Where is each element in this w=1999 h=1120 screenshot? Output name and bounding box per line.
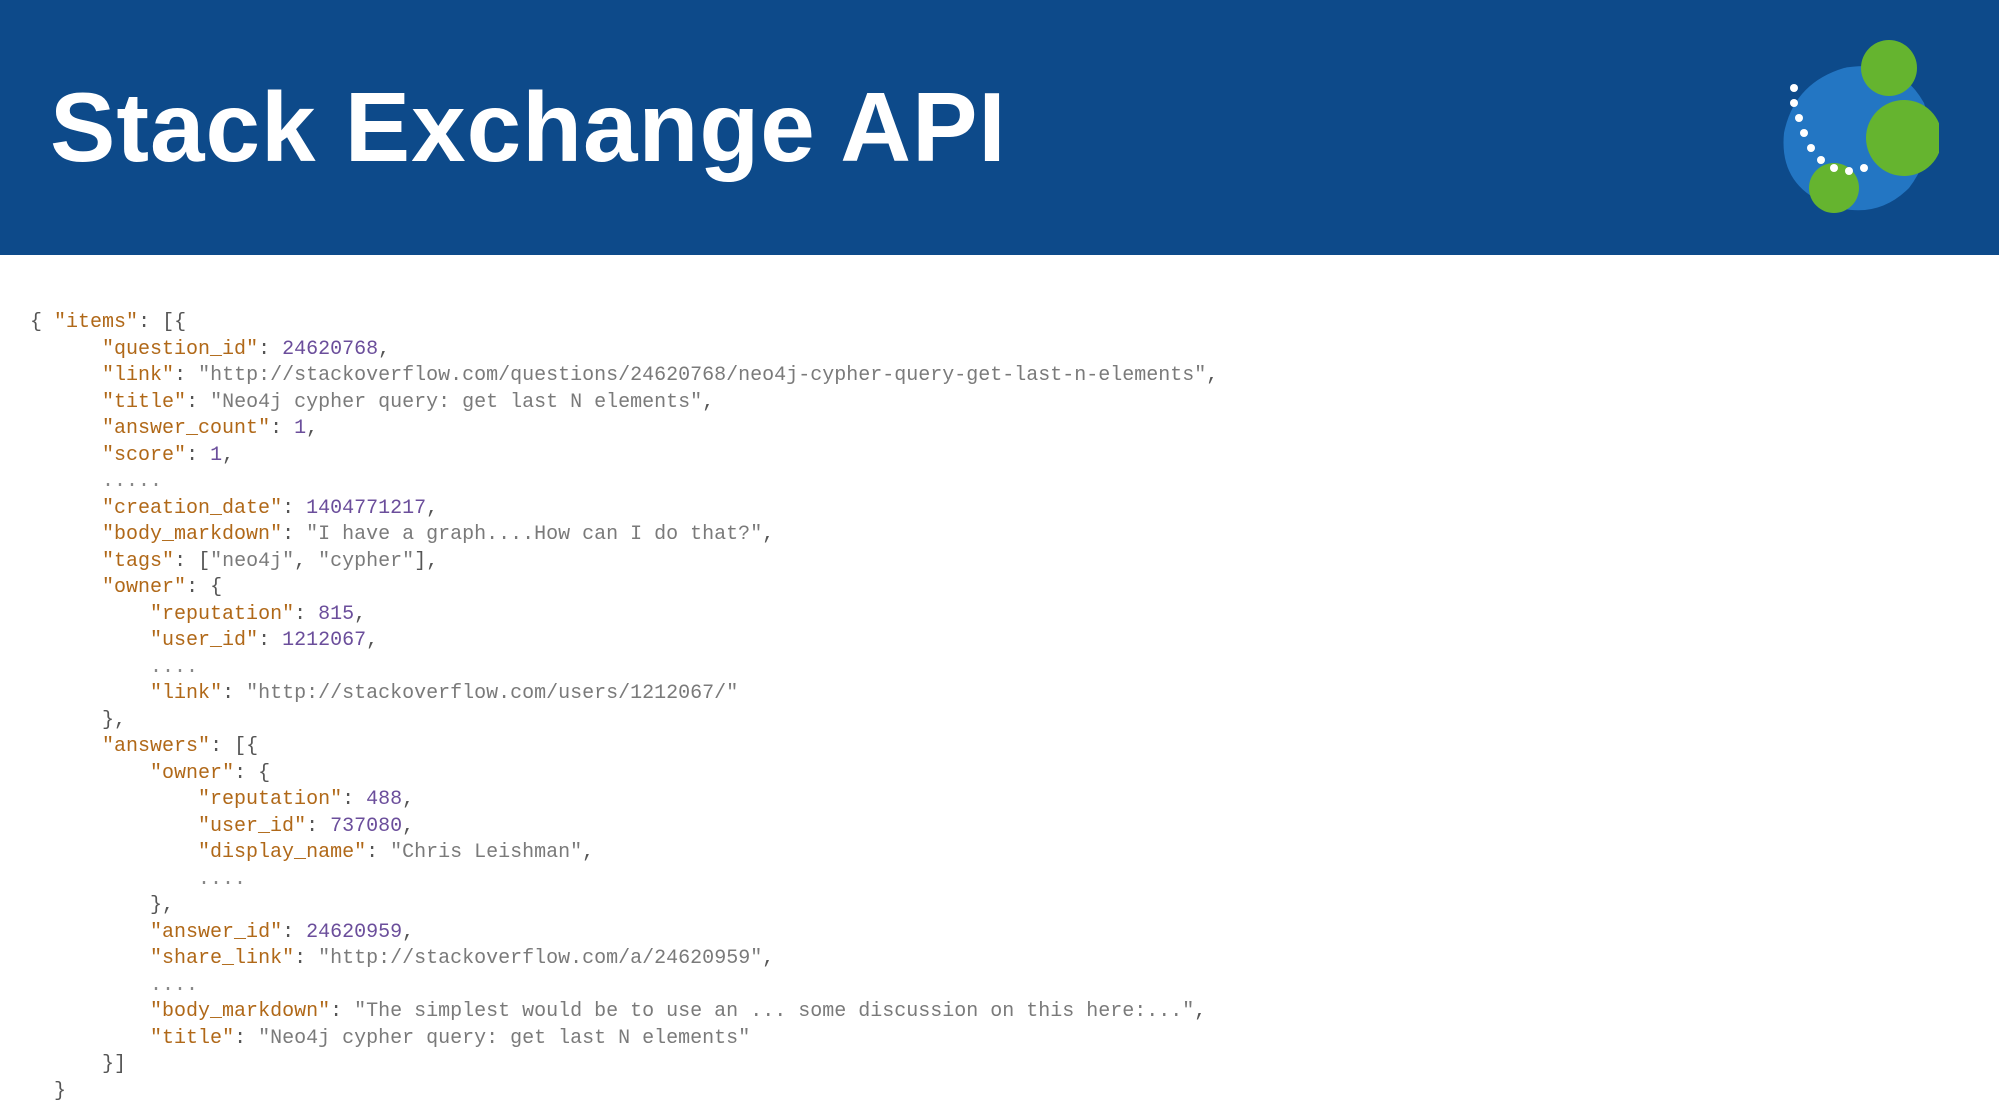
ellipsis: ..... xyxy=(102,470,162,493)
items-key: items xyxy=(66,311,126,334)
owner-key: owner xyxy=(114,576,174,599)
title-value: Neo4j cypher query: get last N elements xyxy=(222,391,690,414)
display-name-value: Chris Leishman xyxy=(402,841,570,864)
user-id-key: user_id xyxy=(162,629,246,652)
reputation-key: reputation xyxy=(162,603,282,626)
owner-user-id-value: 1212067 xyxy=(282,629,366,652)
link-value: http://stackoverflow.com/questions/24620… xyxy=(210,364,1194,387)
json-code-block: { "items": [{ "question_id": 24620768, "… xyxy=(0,255,1999,1105)
ellipsis: .... xyxy=(150,974,198,997)
title-key: title xyxy=(114,391,174,414)
body-markdown-value: I have a graph....How can I do that? xyxy=(318,523,750,546)
answer-body-markdown-key: body_markdown xyxy=(162,1000,318,1023)
neo4j-logo-icon xyxy=(1739,28,1939,228)
answer-count-key: answer_count xyxy=(114,417,258,440)
answer-body-markdown-value: The simplest would be to use an ... some… xyxy=(366,1000,1182,1023)
question-id-key: question_id xyxy=(114,338,246,361)
owner-reputation-value: 815 xyxy=(318,603,354,626)
slide-header: Stack Exchange API xyxy=(0,0,1999,255)
creation-date-value: 1404771217 xyxy=(306,497,426,520)
answer-count-value: 1 xyxy=(294,417,306,440)
question-id-value: 24620768 xyxy=(282,338,378,361)
owner-link-value: http://stackoverflow.com/users/1212067/ xyxy=(258,682,726,705)
answer-id-value: 24620959 xyxy=(306,921,402,944)
display-name-key: display_name xyxy=(210,841,354,864)
answer-reputation-key: reputation xyxy=(210,788,330,811)
share-link-key: share_link xyxy=(162,947,282,970)
answers-key: answers xyxy=(114,735,198,758)
answer-title-value: Neo4j cypher query: get last N elements xyxy=(270,1027,738,1050)
tag-1: neo4j xyxy=(222,550,282,573)
body-markdown-key: body_markdown xyxy=(114,523,270,546)
answer-title-key: title xyxy=(162,1027,222,1050)
score-value: 1 xyxy=(210,444,222,467)
answer-owner-key: owner xyxy=(162,762,222,785)
creation-date-key: creation_date xyxy=(114,497,270,520)
link-key: link xyxy=(114,364,162,387)
share-link-value: http://stackoverflow.com/a/24620959 xyxy=(330,947,750,970)
score-key: score xyxy=(114,444,174,467)
owner-link-key: link xyxy=(162,682,210,705)
ellipsis: .... xyxy=(150,656,198,679)
ellipsis: .... xyxy=(198,868,246,891)
tag-2: cypher xyxy=(330,550,402,573)
answer-reputation-value: 488 xyxy=(366,788,402,811)
answer-user-id-key: user_id xyxy=(210,815,294,838)
slide-title: Stack Exchange API xyxy=(50,71,1007,184)
tags-key: tags xyxy=(114,550,162,573)
answer-user-id-value: 737080 xyxy=(330,815,402,838)
answer-id-key: answer_id xyxy=(162,921,270,944)
